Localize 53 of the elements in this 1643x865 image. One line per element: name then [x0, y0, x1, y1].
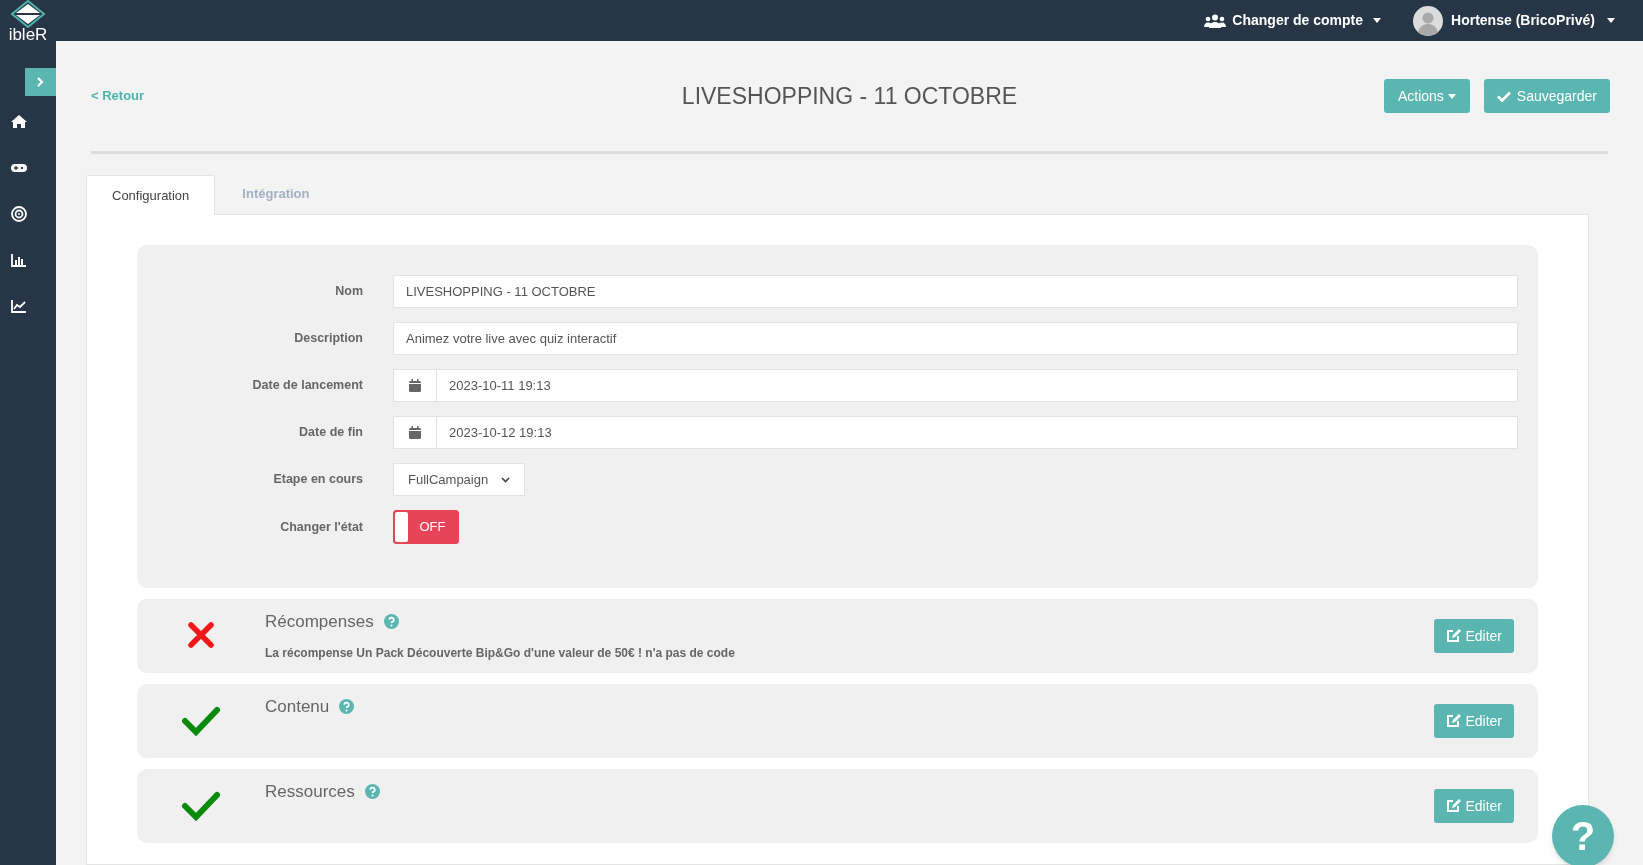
back-link[interactable]: < Retour	[91, 86, 145, 106]
avatar-icon	[1413, 5, 1444, 36]
page-title: LIVESHOPPING - 11 OCTOBRE	[681, 82, 1018, 109]
caret-icon	[1373, 18, 1382, 23]
section-title: Contenu	[265, 696, 330, 718]
section-title: Ressources	[265, 781, 355, 803]
home-icon	[11, 114, 27, 130]
section-title: Récompenses	[265, 611, 374, 633]
bar-chart-icon	[11, 252, 27, 268]
edit-icon	[1446, 714, 1462, 728]
calendar-icon	[409, 426, 421, 439]
tab[interactable]: Configuration	[86, 175, 216, 215]
field-label: Changer l'état	[279, 518, 364, 536]
sidebar-item[interactable]	[11, 206, 27, 222]
save-button[interactable]: Sauvegarder	[1483, 79, 1610, 113]
caret-icon	[1447, 93, 1456, 99]
input-field[interactable]: Animez votre live avec quiz interactif	[393, 322, 1518, 355]
date-input-field[interactable]: 2023-10-11 19:13	[437, 369, 1518, 402]
field-label: Etape en cours	[272, 471, 364, 489]
logo-text: ibleR	[8, 26, 48, 43]
field-label: Date de lancement	[251, 377, 364, 395]
calendar-button[interactable]	[393, 369, 437, 402]
edit-button[interactable]: Editer	[1434, 789, 1514, 823]
actions-menu-button[interactable]: Actions	[1383, 79, 1470, 113]
toggle-switch[interactable]: OFF	[393, 510, 459, 544]
edit-button[interactable]: Editer	[1434, 619, 1514, 653]
error-message: La récompense Un Pack Découverte Bip&Go d'une valeur de 50€ ! n'a pas de code	[265, 644, 736, 662]
sidebar-item[interactable]	[11, 298, 27, 314]
sidebar-item[interactable]	[11, 114, 27, 130]
user-menu[interactable]: Hortense (BricoPrivé)	[1413, 5, 1615, 36]
edit-button[interactable]: Editer	[1434, 704, 1514, 738]
checkmark-icon	[1496, 90, 1511, 102]
field-label: Date de fin	[298, 424, 364, 442]
edit-icon	[1446, 799, 1462, 813]
edit-icon	[1446, 629, 1462, 643]
users-icon	[1204, 13, 1227, 28]
field-label: Nom	[334, 283, 364, 301]
input-field[interactable]: LIVESHOPPING - 11 OCTOBRE	[393, 275, 1518, 308]
sidebar-item[interactable]	[11, 252, 27, 268]
help-button[interactable]: ?	[1552, 805, 1614, 865]
calendar-button[interactable]	[393, 416, 437, 449]
calendar-icon	[409, 379, 421, 392]
select-dropdown[interactable]: FullCampaign	[393, 463, 525, 496]
chevron-right-icon	[37, 77, 44, 87]
tab[interactable]: Intégration	[215, 174, 337, 214]
line-chart-icon	[11, 298, 27, 314]
field-label: Description	[293, 330, 364, 348]
chevron-down-icon	[501, 476, 510, 483]
date-input-field[interactable]: 2023-10-12 19:13	[437, 416, 1518, 449]
diamond-logo-icon	[10, 0, 46, 28]
caret-icon	[1607, 18, 1615, 23]
target-icon	[11, 206, 27, 222]
switch-account-menu[interactable]: Changer de compte	[1204, 10, 1382, 31]
